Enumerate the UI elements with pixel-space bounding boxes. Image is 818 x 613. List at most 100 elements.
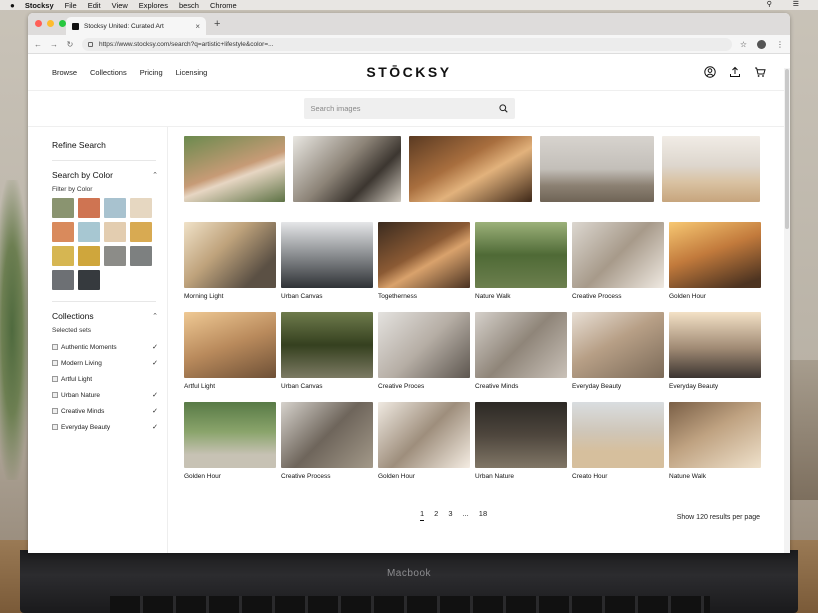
color-swatch[interactable] — [78, 270, 100, 290]
image-card[interactable]: Golden Hour — [184, 402, 276, 492]
image-card[interactable]: Urban Nature — [475, 402, 567, 492]
image-card[interactable]: Creative Proces — [378, 312, 470, 402]
photo[interactable] — [378, 222, 470, 288]
photo[interactable] — [572, 312, 664, 378]
control-center-icon[interactable]: ☰ — [793, 0, 799, 8]
nav-licensing[interactable]: Licensing — [176, 68, 208, 77]
menubar-view[interactable]: View — [112, 1, 128, 10]
photo[interactable] — [378, 402, 470, 468]
back-icon[interactable]: ← — [34, 40, 42, 49]
color-swatch[interactable] — [78, 222, 100, 242]
reload-icon[interactable]: ↻ — [66, 40, 74, 49]
page-last[interactable]: 18 — [479, 509, 487, 521]
image-card[interactable]: Golden Hour — [378, 402, 470, 492]
photo[interactable] — [669, 312, 761, 378]
featured-photo[interactable] — [409, 136, 532, 202]
collection-item[interactable]: Authentic Moments ✓ — [52, 339, 158, 355]
image-card[interactable]: Creative Process — [281, 402, 373, 492]
photo[interactable] — [281, 222, 373, 288]
photo[interactable] — [475, 402, 567, 468]
results-per-page[interactable]: Show 120 results per page — [677, 514, 760, 521]
menubar-file[interactable]: File — [65, 1, 77, 10]
menubar-explores[interactable]: Explores — [139, 1, 168, 10]
collection-item[interactable]: Everyday Beauty ✓ — [52, 419, 158, 435]
menubar-besch[interactable]: besch — [179, 1, 199, 10]
forward-icon[interactable]: → — [50, 40, 58, 49]
page-1[interactable]: 1 — [420, 509, 425, 521]
color-swatch[interactable] — [130, 246, 152, 266]
fullscreen-window-icon[interactable] — [59, 20, 66, 27]
menubar-chrome[interactable]: Chrome — [210, 1, 237, 10]
collection-item[interactable]: Modern Living ✓ — [52, 355, 158, 371]
image-card[interactable]: Everyday Beauty — [669, 312, 761, 402]
photo[interactable] — [669, 222, 761, 288]
image-card[interactable]: Golden Hour — [669, 222, 761, 312]
page-scrollbar[interactable] — [784, 68, 790, 553]
minimize-window-icon[interactable] — [47, 20, 54, 27]
close-window-icon[interactable] — [35, 20, 42, 27]
photo[interactable] — [669, 402, 761, 468]
featured-photo[interactable] — [184, 136, 285, 202]
photo[interactable] — [572, 402, 664, 468]
featured-photo[interactable] — [293, 136, 401, 202]
color-section-header[interactable]: Search by Color ⌃ — [52, 170, 158, 180]
nav-browse[interactable]: Browse — [52, 68, 77, 77]
scrollbar-thumb[interactable] — [785, 69, 789, 229]
color-swatch[interactable] — [52, 198, 74, 218]
image-card[interactable]: Urban Canvas — [281, 312, 373, 402]
image-card[interactable]: Creative Minds — [475, 312, 567, 402]
url-field[interactable]: https://www.stocksy.com/search?q=artisti… — [82, 37, 732, 51]
photo[interactable] — [378, 312, 470, 378]
photo[interactable] — [475, 312, 567, 378]
chevron-up-icon[interactable]: ⌃ — [152, 312, 158, 320]
photo[interactable] — [572, 222, 664, 288]
menubar-edit[interactable]: Edit — [88, 1, 101, 10]
image-card[interactable]: Nature Walk — [475, 222, 567, 312]
photo[interactable] — [184, 222, 276, 288]
image-card[interactable]: Togetherness — [378, 222, 470, 312]
checkbox[interactable] — [52, 376, 58, 382]
color-swatch[interactable] — [104, 246, 126, 266]
featured-photo[interactable] — [662, 136, 760, 202]
collection-item[interactable]: Creative Minds ✓ — [52, 403, 158, 419]
collection-item[interactable]: Urban Nature ✓ — [52, 387, 158, 403]
color-swatch[interactable] — [52, 246, 74, 266]
menubar-app-name[interactable]: Stocksy — [25, 1, 54, 10]
browser-menu-icon[interactable]: ⋮ — [776, 40, 784, 49]
bookmark-star-icon[interactable]: ☆ — [740, 40, 747, 49]
image-card[interactable]: Morning Light — [184, 222, 276, 312]
image-card[interactable]: Creato Hour — [572, 402, 664, 492]
apple-icon[interactable]: ● — [10, 1, 15, 10]
color-swatch[interactable] — [104, 198, 126, 218]
photo[interactable] — [184, 312, 276, 378]
image-card[interactable]: Urban Canvas — [281, 222, 373, 312]
site-logo[interactable]: STŌCKSY — [366, 64, 451, 80]
new-tab-icon[interactable]: + — [214, 18, 220, 30]
image-card[interactable]: Creative Process — [572, 222, 664, 312]
photo[interactable] — [281, 312, 373, 378]
color-swatch[interactable] — [104, 222, 126, 242]
image-card[interactable]: Artful Light — [184, 312, 276, 402]
color-swatch[interactable] — [78, 246, 100, 266]
checkbox[interactable] — [52, 344, 58, 350]
page-2[interactable]: 2 — [434, 509, 438, 521]
collection-item[interactable]: Artful Light✓ — [52, 371, 158, 387]
nav-pricing[interactable]: Pricing — [140, 68, 163, 77]
cart-icon[interactable] — [754, 66, 766, 78]
color-swatch[interactable] — [130, 222, 152, 242]
profile-avatar-icon[interactable] — [757, 39, 766, 49]
chevron-up-icon[interactable]: ⌃ — [152, 171, 158, 179]
image-card[interactable]: Natune Walk — [669, 402, 761, 492]
photo[interactable] — [184, 402, 276, 468]
nav-collections[interactable]: Collections — [90, 68, 127, 77]
checkbox[interactable] — [52, 392, 58, 398]
collections-section-header[interactable]: Collections ⌃ — [52, 311, 158, 321]
page-3[interactable]: 3 — [448, 509, 452, 521]
search-input[interactable] — [310, 104, 499, 113]
color-swatch[interactable] — [52, 270, 74, 290]
photo[interactable] — [475, 222, 567, 288]
featured-photo[interactable] — [540, 136, 654, 202]
color-swatch[interactable] — [78, 198, 100, 218]
checkbox[interactable] — [52, 408, 58, 414]
upload-icon[interactable] — [729, 66, 741, 78]
